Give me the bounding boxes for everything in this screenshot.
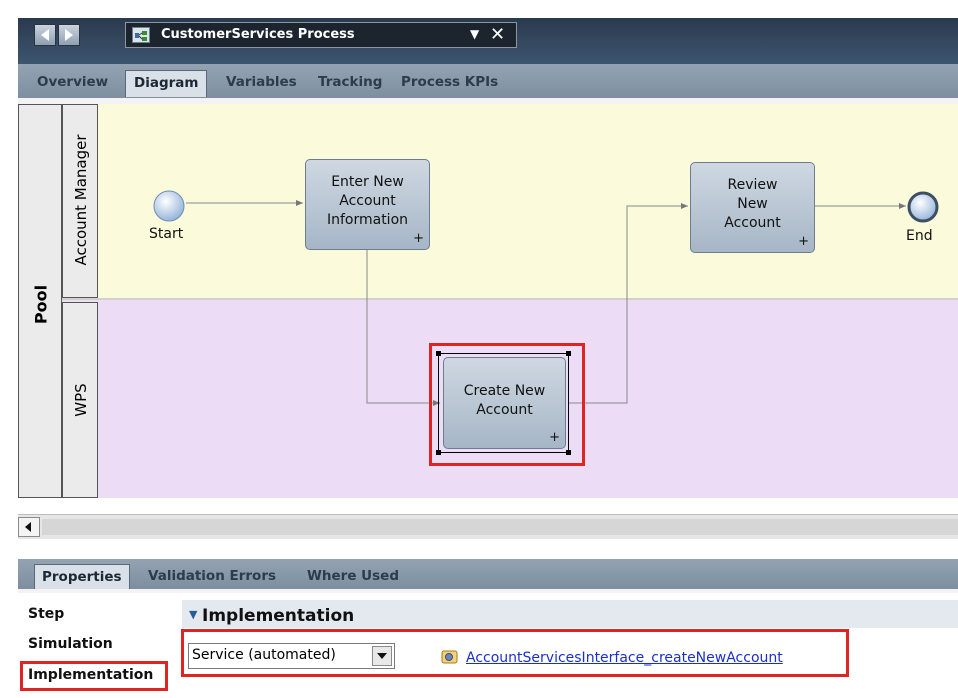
task-label-line: Review: [727, 177, 778, 193]
tab-underline: [18, 589, 958, 593]
scroll-track[interactable]: [42, 519, 958, 535]
section-title: Implementation: [202, 606, 355, 626]
tab-validation-errors[interactable]: Validation Errors: [148, 568, 276, 584]
flow-create-to-review[interactable]: [569, 203, 688, 404]
nav-item-step[interactable]: Step: [28, 606, 64, 622]
task-label-line: Account: [339, 193, 396, 209]
task-label-line: Create New: [463, 383, 546, 399]
nav-item-simulation[interactable]: Simulation: [28, 636, 113, 652]
subprocess-marker: +: [798, 234, 809, 249]
task-enter-new-account-information[interactable]: Enter New Account Information +: [305, 159, 430, 250]
resize-handle[interactable]: [566, 351, 571, 356]
service-operation-link[interactable]: AccountServicesInterface_createNewAccoun…: [466, 650, 783, 666]
implementation-section-header[interactable]: ▼ Implementation: [182, 600, 958, 628]
chevron-down-icon: [377, 653, 387, 659]
tab-properties[interactable]: Properties: [34, 564, 130, 591]
implementation-type-value: Service (automated): [192, 647, 336, 663]
task-label-line: Enter New: [331, 174, 404, 190]
start-event-label: Start: [149, 226, 184, 242]
dropdown-button[interactable]: [372, 646, 392, 666]
task-create-new-account[interactable]: Create New Account +: [443, 357, 566, 449]
horizontal-scrollbar[interactable]: [18, 514, 958, 539]
task-label-line: New: [737, 196, 768, 212]
resize-handle[interactable]: [436, 450, 441, 455]
subprocess-marker: +: [413, 231, 424, 246]
nav-item-implementation[interactable]: Implementation: [28, 667, 153, 683]
subprocess-marker: +: [549, 430, 560, 445]
left-arrow-icon: [25, 522, 31, 532]
properties-tab-bar: Properties Validation Errors Where Used: [18, 559, 958, 593]
end-event-icon[interactable]: [906, 190, 940, 224]
implementation-type-select[interactable]: Service (automated): [188, 643, 395, 669]
task-label-line: Account: [476, 402, 533, 418]
resize-handle[interactable]: [566, 450, 571, 455]
tab-where-used[interactable]: Where Used: [307, 568, 399, 584]
resize-handle[interactable]: [436, 351, 441, 356]
end-event-label: End: [906, 228, 933, 244]
task-review-new-account[interactable]: Review New Account +: [690, 162, 815, 253]
scroll-left-button[interactable]: [18, 517, 40, 537]
service-interface-icon: [441, 650, 458, 664]
task-label-line: Account: [724, 215, 781, 231]
start-event-icon[interactable]: [152, 189, 186, 223]
collapse-arrow-icon[interactable]: ▼: [189, 608, 197, 621]
task-label-line: Information: [326, 212, 409, 228]
